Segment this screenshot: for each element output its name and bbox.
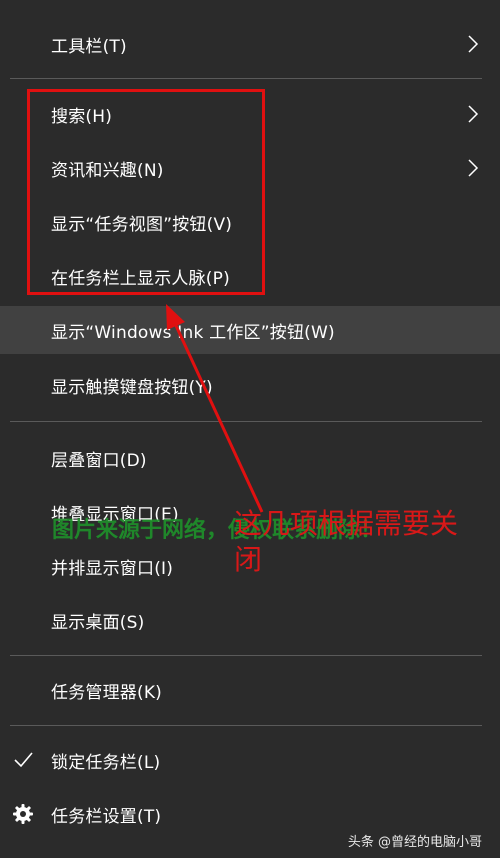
highlight-box [27,89,265,295]
menu-item-label: 任务管理器(K) [51,682,163,703]
menu-separator [10,78,482,79]
annotation-text: 这几项根据需要关闭 [234,507,459,576]
menu-item-show-ink-workspace[interactable]: 显示“Windows Ink 工作区”按钮(W) [0,306,500,354]
menu-item-label: 锁定任务栏(L) [51,752,161,773]
gear-icon [13,804,33,824]
menu-item-toolbars[interactable]: 工具栏(T) [0,20,500,68]
menu-item-label: 工具栏(T) [51,36,127,57]
menu-item-label: 显示桌面(S) [51,612,145,633]
menu-item-lock-taskbar[interactable]: 锁定任务栏(L) [0,736,500,784]
menu-item-label: 层叠窗口(D) [51,450,147,471]
menu-item-show-desktop[interactable]: 显示桌面(S) [0,596,500,644]
menu-item-label: 任务栏设置(T) [51,806,162,827]
chevron-right-icon [468,159,479,177]
menu-separator [10,421,482,422]
menu-item-label: 并排显示窗口(I) [51,558,174,579]
chevron-right-icon [468,105,479,123]
menu-separator [10,655,482,656]
menu-item-task-manager[interactable]: 任务管理器(K) [0,666,500,714]
menu-item-show-touch-keyboard[interactable]: 显示触摸键盘按钮(Y) [0,361,500,409]
chevron-right-icon [468,35,479,53]
credit-text: 头条 @曾经的电脑小哥 [347,835,482,850]
menu-separator [10,725,482,726]
menu-item-cascade[interactable]: 层叠窗口(D) [0,434,500,482]
menu-item-label: 显示触摸键盘按钮(Y) [51,377,213,398]
menu-item-label: 显示“Windows Ink 工作区”按钮(W) [51,322,335,343]
check-icon [14,752,33,768]
